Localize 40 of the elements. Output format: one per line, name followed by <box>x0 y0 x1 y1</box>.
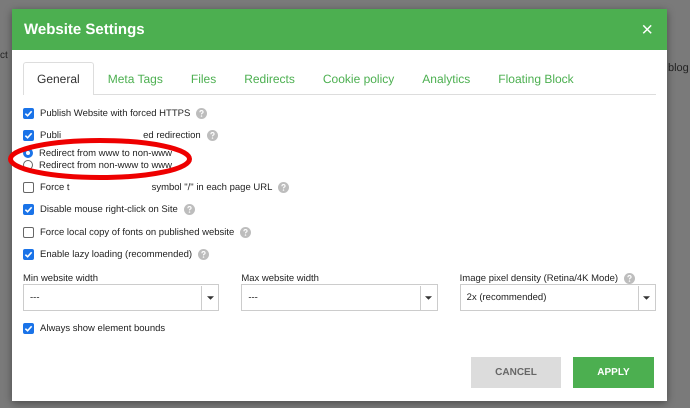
tab[interactable]: Meta Tags <box>94 62 177 94</box>
option-label: Redirect from non-www to www <box>39 160 172 170</box>
checkbox[interactable] <box>23 226 34 238</box>
tab[interactable]: Floating Block <box>484 62 588 94</box>
option-label: Disable mouse right-click on Site <box>40 204 178 216</box>
close-button[interactable]: × <box>639 20 655 40</box>
checkbox[interactable] <box>23 130 34 142</box>
apply-button[interactable]: APPLY <box>573 356 654 388</box>
option-label: Publi <box>40 130 62 142</box>
option-label: Enable lazy loading (recommended) <box>40 249 192 260</box>
toolbar-label: blog <box>668 62 689 74</box>
option-label: Always show element bounds <box>40 322 166 334</box>
option-label: Force local copy of fonts on published website <box>40 226 234 238</box>
dropdown-field[interactable]: --- <box>23 284 220 311</box>
checkbox[interactable] <box>23 322 34 334</box>
tab[interactable]: Redirects <box>230 62 309 94</box>
toolbar-label: ct <box>0 50 8 61</box>
option-label: Redirect from www to non-www <box>39 148 172 158</box>
checkbox[interactable] <box>23 108 34 119</box>
checkbox[interactable] <box>23 249 34 260</box>
option-label: Publish Website with forced HTTPS <box>40 108 190 119</box>
tab[interactable]: Cookie policy <box>308 62 408 94</box>
checkbox[interactable] <box>23 204 34 216</box>
tab[interactable]: Files <box>176 62 230 94</box>
option-label: ed redirection <box>143 130 201 142</box>
field-label: Image pixel density (Retina/4K Mode) <box>460 272 618 284</box>
dropdown-field[interactable]: 2x (recommended) <box>460 284 656 311</box>
option-label: symbol "/" in each page URL <box>152 182 272 193</box>
cancel-button[interactable]: CANCEL <box>471 356 561 388</box>
dropdown-field[interactable]: --- <box>241 284 438 311</box>
caret-icon <box>206 296 214 300</box>
tab[interactable]: Analytics <box>408 62 484 94</box>
checkbox[interactable] <box>23 182 34 193</box>
caret-icon <box>425 296 432 300</box>
window-title: Website Settings <box>24 21 145 38</box>
field-label: Min website width <box>23 272 98 284</box>
tab[interactable]: General <box>23 62 94 95</box>
option-label: Force t <box>40 182 70 193</box>
caret-icon <box>643 296 650 300</box>
field-label: Max website width <box>241 272 319 284</box>
